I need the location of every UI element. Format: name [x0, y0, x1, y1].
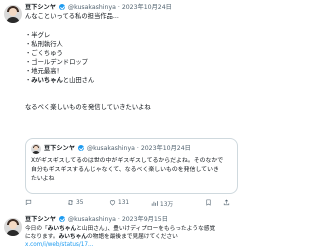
- avatar[interactable]: [4, 5, 22, 23]
- list-item: ・ゴールデンドロップ: [25, 59, 88, 66]
- display-name: 豆下シンヤ: [44, 145, 75, 152]
- tweet-header: 豆下シンヤ @kusakashinya · 2023年10月24日: [25, 4, 172, 11]
- quote-header: 豆下シンヤ @kusakashinya · 2023年10月24日: [44, 145, 191, 152]
- repost-button[interactable]: 35: [67, 199, 83, 206]
- share-icon: [223, 199, 230, 206]
- tweet-link[interactable]: x.com/i/web/status/17...: [25, 241, 93, 250]
- bookmark-button[interactable]: [205, 199, 212, 206]
- tweet-header: 豆下シンヤ @kusakashinya · 2023年9月15日: [25, 216, 168, 223]
- display-name[interactable]: 豆下シンヤ: [25, 216, 56, 223]
- bookmark-icon: [206, 199, 211, 206]
- views-icon: [151, 201, 158, 206]
- like-button[interactable]: 131: [109, 199, 129, 206]
- tweet-intro: んなこといってる私の担当作品...: [25, 13, 119, 20]
- timestamp[interactable]: 2023年9月15日: [122, 216, 168, 223]
- quoted-tweet[interactable]: 豆下シンヤ @kusakashinya · 2023年10月24日 Xがギスギス…: [25, 138, 238, 194]
- reply-button[interactable]: [25, 199, 34, 206]
- verified-icon: [58, 216, 65, 222]
- quote-text-line: Xがギスギスしてるのは世の中がギスギスしてるからだよね。そのなかで: [31, 158, 224, 164]
- handle: @kusakashinya: [86, 145, 135, 152]
- bold-title: みいちゃん: [31, 77, 63, 84]
- handle[interactable]: @kusakashinya: [68, 216, 116, 223]
- verified-icon: [58, 4, 65, 10]
- handle[interactable]: @kusakashinya: [68, 4, 116, 11]
- share-button[interactable]: [223, 199, 230, 206]
- views-button[interactable]: 13万: [151, 199, 173, 208]
- timestamp: 2023年10月24日: [140, 145, 191, 152]
- like-icon: [109, 200, 116, 206]
- display-name[interactable]: 豆下シンヤ: [25, 4, 56, 11]
- action-bar: 35 131 13万: [25, 199, 237, 208]
- list-item: ・みいちゃんと山田さん: [25, 77, 95, 84]
- avatar: [31, 144, 41, 154]
- list-item: ・地元最高！: [25, 68, 63, 75]
- verified-icon: [77, 145, 84, 151]
- quote-text-line: たいよね: [31, 176, 55, 182]
- avatar[interactable]: [4, 218, 22, 236]
- list-item: ・ごくちゅう: [25, 50, 63, 57]
- quote-text-line: 自分もギスギスするんじゃなくて、なるべく楽しいものを発信していき: [31, 167, 219, 173]
- tweet-closing: なるべく楽しいものを発信していきたいよね: [25, 104, 151, 111]
- timestamp[interactable]: 2023年10月24日: [122, 4, 172, 11]
- list-item: ・半グレ: [25, 32, 51, 39]
- repost-icon: [67, 200, 74, 205]
- list-item: ・私刑執行人: [25, 41, 63, 48]
- reply-icon: [25, 199, 32, 206]
